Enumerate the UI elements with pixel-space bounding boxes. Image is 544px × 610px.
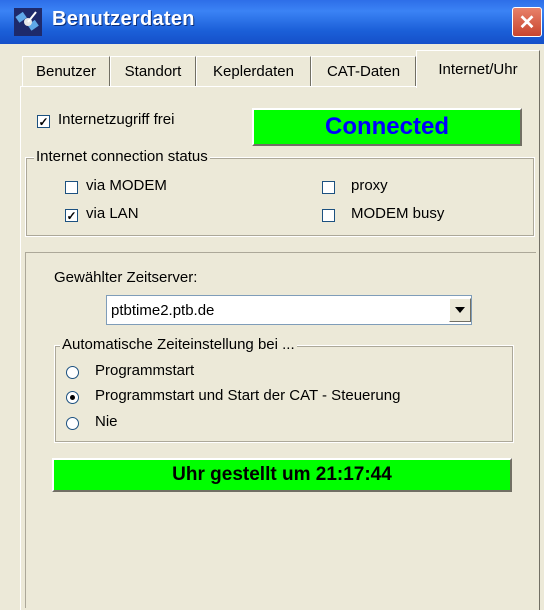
- via-modem-label: via MODEM: [86, 177, 167, 194]
- tab-keplerdaten[interactable]: Keplerdaten: [196, 56, 311, 86]
- proxy-checkbox[interactable]: [322, 181, 335, 194]
- radio-nie[interactable]: [66, 417, 79, 430]
- window-title: Benutzerdaten: [52, 8, 195, 30]
- tab-internet-uhr[interactable]: Internet/Uhr: [416, 50, 540, 88]
- modem-busy-checkbox[interactable]: [322, 209, 335, 222]
- radio-programmstart[interactable]: [66, 366, 79, 379]
- connection-status-text: Connected: [324, 113, 449, 140]
- check-icon: ✓: [66, 208, 77, 223]
- radio-selected-dot: [70, 395, 75, 400]
- chevron-down-icon: [455, 307, 465, 313]
- via-modem-checkbox[interactable]: [65, 181, 78, 194]
- tab-standort[interactable]: Standort: [110, 56, 196, 86]
- close-button[interactable]: ✕: [512, 7, 542, 37]
- via-lan-label: via LAN: [86, 205, 139, 222]
- timeserver-value: ptbtime2.ptb.de: [111, 302, 215, 319]
- tab-label: CAT-Daten: [326, 63, 401, 80]
- proxy-label: proxy: [351, 177, 388, 194]
- connection-status-group: [25, 157, 535, 237]
- connection-group-legend: Internet connection status: [34, 148, 210, 165]
- clock-status-panel: Uhr gestellt um 21:17:44: [52, 458, 512, 492]
- connection-status-panel: Connected: [252, 108, 522, 146]
- modem-busy-label: MODEM busy: [351, 205, 445, 222]
- radio-programmstart-cat-label: Programmstart und Start der CAT - Steuer…: [95, 387, 401, 404]
- clock-status-text: Uhr gestellt um 21:17:44: [172, 464, 392, 485]
- internet-access-checkbox[interactable]: ✓: [37, 115, 50, 128]
- via-lan-checkbox[interactable]: ✓: [65, 209, 78, 222]
- tab-label: Keplerdaten: [213, 63, 294, 80]
- tab-cat-daten[interactable]: CAT-Daten: [311, 56, 416, 86]
- title-bar[interactable]: Benutzerdaten ✕: [0, 0, 544, 44]
- tab-benutzer[interactable]: Benutzer: [22, 56, 110, 86]
- tab-label: Internet/Uhr: [438, 61, 518, 78]
- timeserver-label: Gewählter Zeitserver:: [54, 269, 198, 286]
- close-icon: ✕: [518, 11, 536, 34]
- radio-programmstart-label: Programmstart: [95, 362, 195, 379]
- check-icon: ✓: [38, 114, 49, 129]
- dropdown-button[interactable]: [449, 298, 471, 322]
- tab-label: Benutzer: [35, 63, 97, 80]
- radio-nie-label: Nie: [95, 413, 118, 430]
- radio-programmstart-cat[interactable]: [66, 391, 79, 404]
- auto-time-legend: Automatische Zeiteinstellung bei ...: [60, 336, 297, 353]
- internet-access-label: Internetzugriff frei: [58, 111, 175, 128]
- timeserver-select[interactable]: ptbtime2.ptb.de: [106, 295, 472, 325]
- tab-label: Standort: [124, 63, 182, 80]
- satellite-icon: [14, 8, 42, 36]
